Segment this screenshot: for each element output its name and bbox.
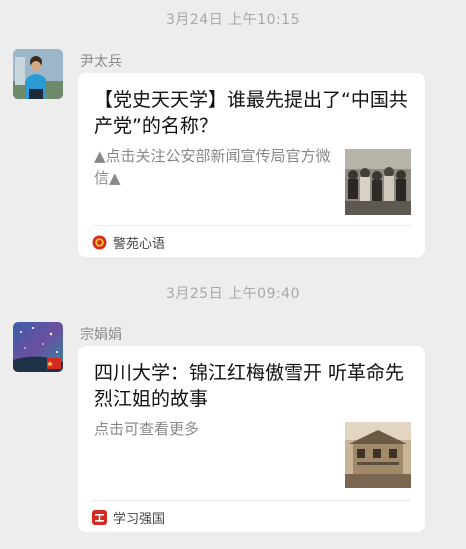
card-source: 警苑心语 (92, 232, 165, 252)
article-card[interactable]: 四川大学：锦江红梅傲雪开 听革命先烈江姐的故事 点击可查看更多 学习强国 (78, 346, 425, 532)
historic-group-photo-icon (345, 149, 411, 215)
card-description: ▲点击关注公安部新闻宣传局官方微信▲ (94, 147, 331, 187)
source-name: 警苑心语 (113, 236, 166, 252)
xuexi-qiangguo-icon (92, 509, 107, 525)
sender-name: 尹太兵 (80, 54, 122, 70)
user-photo-icon (13, 49, 63, 99)
avatar[interactable] (13, 49, 63, 99)
card-divider (92, 225, 411, 226)
police-badge-icon (92, 235, 107, 250)
article-card[interactable]: 【党史天天学】谁最先提出了“中国共产党”的名称？ ▲点击关注公安部新闻宣传局官方… (78, 73, 425, 257)
source-name: 学习强国 (113, 511, 166, 527)
card-source: 学习强国 (92, 507, 165, 527)
starry-sky-avatar-icon (13, 322, 63, 372)
timestamp: 3月24日 上午10:15 (165, 12, 301, 28)
card-thumbnail (345, 422, 411, 488)
card-title: 四川大学：锦江红梅傲雪开 听革命先烈江姐的故事 (94, 362, 405, 410)
timestamp: 3月25日 上午09:40 (165, 286, 301, 302)
card-divider (92, 500, 411, 501)
card-thumbnail (345, 149, 411, 215)
avatar[interactable] (13, 322, 63, 372)
sender-name: 宗娟娟 (80, 327, 122, 343)
card-title: 【党史天天学】谁最先提出了“中国共产党”的名称？ (94, 89, 408, 137)
historic-building-photo-icon (345, 422, 411, 488)
card-description: 点击可查看更多 (94, 420, 200, 438)
